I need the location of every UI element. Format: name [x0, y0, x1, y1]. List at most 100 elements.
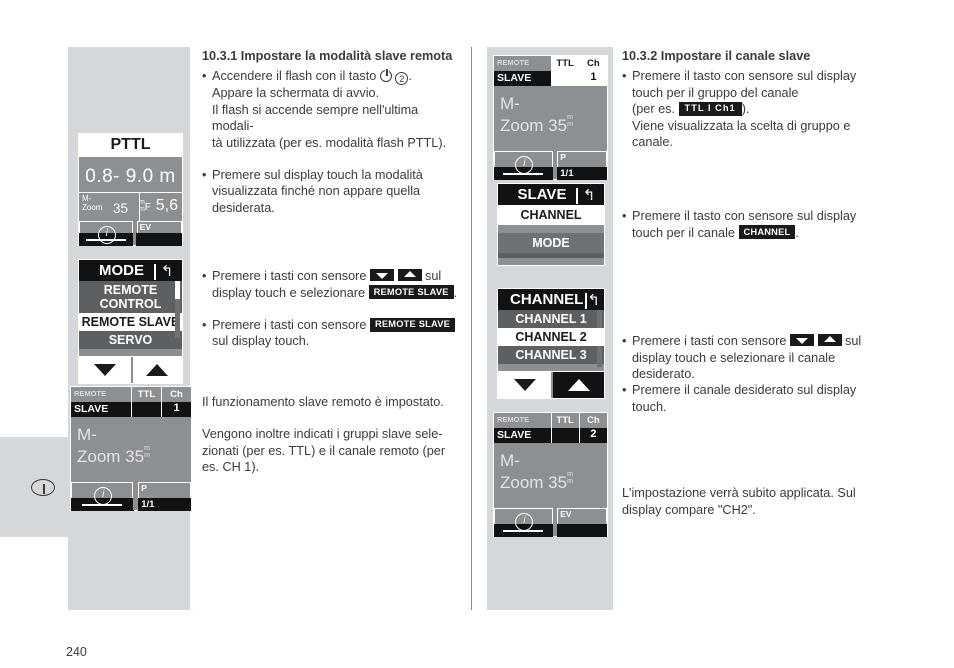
mode-menu-header: MODE ↰ [79, 260, 182, 281]
pttl-aperture-field: F 5,6 [138, 193, 182, 221]
bullet-line: canale. [632, 135, 673, 150]
status-body-line2: Zoom 35m m [500, 471, 573, 492]
bullet-select-channel: Premere i tasti con sensore sul display … [622, 333, 892, 382]
channel-menu-scrollbar[interactable] [597, 310, 602, 367]
status-ch-label: Ch [578, 56, 607, 71]
bullet-press-channel-key: Premere il tasto con sensore sul display… [622, 208, 892, 241]
back-arrow-icon[interactable]: ↰ [574, 186, 604, 204]
status-body-line2: Zoom 35m m [77, 445, 150, 466]
bullet-line: Viene visualizzata la scelta di gruppo e [632, 118, 851, 133]
status-ch-value: 2 [578, 428, 607, 443]
status-ch-label: Ch [161, 387, 191, 402]
slave-menu-item-channel[interactable]: CHANNEL [498, 205, 604, 225]
bullet-line: touch per il canale CHANNEL. [632, 225, 799, 240]
display-status-ch1-left: REMOTE TTL Ch SLAVE 1 M- Zoom 35m m i P 1… [70, 386, 192, 511]
channel-menu-item-3[interactable]: CHANNEL 3 [498, 346, 604, 364]
status-header-bottom: SLAVE 1 [494, 71, 607, 86]
slave-menu-item-mode[interactable]: MODE [498, 233, 604, 253]
up-arrow-icon [397, 269, 422, 282]
status-power-button[interactable]: P 1/1 [137, 482, 192, 511]
display-channel-menu: CHANNEL ↰ CHANNEL 1 CHANNEL 2 CHANNEL 3 [497, 288, 605, 399]
status-body-line2: Zoom 35m m [500, 114, 573, 135]
bullet-line: display touch e selezionare il canale [632, 350, 836, 365]
status-mode-label: TTL [550, 413, 579, 428]
info-oval-icon [31, 479, 55, 497]
slave-menu-header: SLAVE ↰ [498, 184, 604, 205]
status-power-value: 1/1 [560, 168, 574, 179]
status-slave-label: SLAVE [494, 71, 551, 86]
pttl-aperture-prefix: F [144, 202, 151, 213]
paragraph-groups-info: Vengono inoltre indicati i gruppi slave … [202, 426, 460, 475]
bullet-line: sul display touch. [212, 334, 310, 349]
info-icon: i [97, 226, 116, 244]
channel-menu-item-2[interactable]: CHANNEL 2 [498, 328, 604, 346]
mode-menu-item-remote-slave[interactable]: REMOTE SLAVE [79, 313, 182, 331]
status-body-line1: M- [77, 425, 97, 444]
mode-menu-down-button[interactable] [79, 357, 131, 383]
status-power-label: P [141, 483, 147, 493]
mode-menu-item-servo[interactable]: SERVO [79, 331, 182, 349]
paragraph-line: L'impostazione verrà subito applicata. S… [622, 486, 856, 501]
channel-menu-header: CHANNEL ↰ [498, 289, 604, 310]
mode-menu-scrollbar[interactable] [175, 281, 180, 338]
status-info-button[interactable]: i [70, 482, 134, 511]
bullet-line: display touch e selezionare REMOTE SLAVE… [212, 285, 458, 300]
column-divider [471, 47, 472, 610]
channel-menu-filler [498, 364, 604, 371]
display-pttl: PTTL 0.8- 9.0 m M- Zoom 35 mm F 5,6 i EV [78, 133, 183, 246]
down-arrow-icon [789, 334, 814, 347]
bullet-line: Premere il canale desiderato sul display [632, 383, 857, 398]
pttl-ev-button[interactable]: EV [136, 221, 183, 246]
down-arrow-icon [369, 269, 394, 282]
bullet-line: Premere sul display touch la modalità [212, 168, 423, 183]
status-ev-label: EV [560, 509, 572, 519]
status-info-button[interactable]: i [493, 151, 554, 180]
bullet-press-mode: Premere sul display touch la modalità vi… [202, 167, 460, 216]
display-status-ch2: REMOTE TTL Ch SLAVE 2 M- Zoom 35m m i EV [493, 412, 608, 537]
paragraph-slave-set: Il funzionamento slave remoto è impostat… [202, 394, 444, 409]
mode-menu-up-button[interactable] [130, 357, 182, 383]
display-mode-menu: MODE ↰ REMOTE CONTROL REMOTE SLAVE SERVO [78, 259, 183, 384]
page-number: 240 [66, 645, 87, 659]
pttl-title: PTTL [79, 134, 182, 157]
left-text-column: 10.3.1 Impostare la modalità slave remot… [202, 48, 460, 476]
pttl-info-button[interactable]: i [78, 221, 134, 246]
slave-menu-gap [498, 225, 604, 233]
status-slave-label: SLAVE [497, 429, 532, 441]
mode-menu-title: MODE [99, 262, 144, 279]
status-header-top: REMOTE TTL Ch [71, 387, 191, 402]
back-arrow-icon[interactable]: ↰ [583, 291, 604, 309]
mode-menu-item-remote-control[interactable]: REMOTE CONTROL [79, 281, 182, 313]
bullet-line: Appare la schermata di avvio. [212, 86, 380, 101]
badge-remote-slave: REMOTE SLAVE [369, 317, 456, 332]
section-heading-10-3-1: 10.3.1 Impostare la modalità slave remot… [202, 49, 453, 63]
mode-menu-arrow-row [79, 356, 182, 383]
back-arrow-icon[interactable]: ↰ [152, 262, 182, 280]
paragraph-line: Vengono inoltre indicati i gruppi slave … [202, 427, 443, 442]
status-body-unit: mm [567, 471, 573, 485]
power-icon [379, 69, 392, 83]
display-status-ch1-top: REMOTE TTL Ch SLAVE 1 M- Zoom 35m m i P 1… [493, 55, 608, 180]
status-body: M- Zoom 35m m [71, 417, 191, 482]
status-header-top: REMOTE TTL Ch [494, 413, 607, 428]
bullet-line: Il flash si accende sempre nell'ultima m… [212, 102, 419, 134]
paragraph-line: display compare "CH2". [622, 502, 756, 517]
status-info-button[interactable]: i [493, 508, 554, 537]
bullet-line: (per es. TTL I Ch1). [632, 101, 750, 117]
channel-menu-item-1[interactable]: CHANNEL 1 [498, 310, 604, 328]
pttl-aperture-value: 5,6 [155, 197, 178, 214]
status-header-top: REMOTE TTL Ch [494, 56, 607, 71]
status-body: M- Zoom 35m m [494, 443, 607, 508]
bullet-select-remote-slave: Premere i tasti con sensore sul display … [202, 268, 460, 301]
status-body: M- Zoom 35m m [494, 86, 607, 151]
status-power-button[interactable]: P 1/1 [556, 151, 608, 180]
status-mode-value [131, 402, 161, 417]
channel-menu-down-button[interactable] [498, 372, 551, 398]
bullet-line: Premere i tasti con sensore sul [212, 269, 442, 284]
status-mode-label: TTL [131, 387, 161, 402]
status-ev-button[interactable]: EV [556, 508, 608, 537]
channel-menu-up-button[interactable] [551, 372, 604, 398]
bullet-line: desiderato. [632, 367, 695, 382]
status-slave-label: SLAVE [74, 403, 109, 415]
bullet-line: Premere il tasto con sensore sul display [632, 209, 857, 224]
